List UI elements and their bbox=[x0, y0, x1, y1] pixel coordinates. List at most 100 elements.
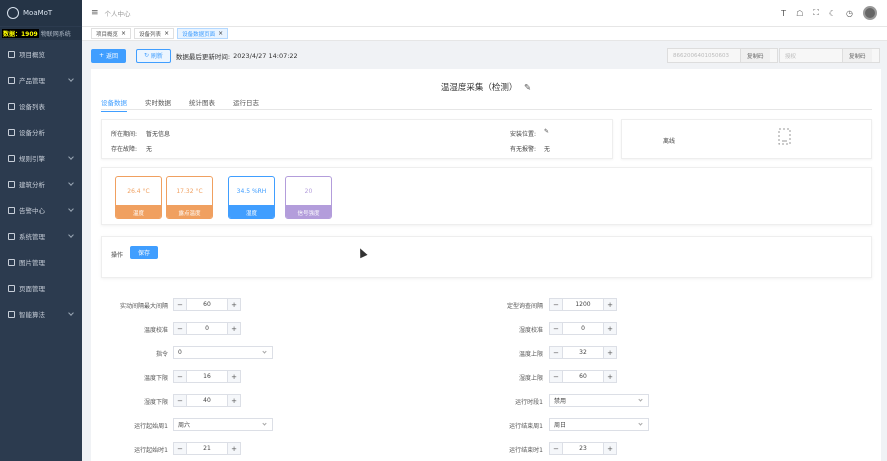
plus-icon[interactable]: + bbox=[603, 371, 616, 382]
image-icon bbox=[8, 258, 15, 266]
gauge-value: 26.4 °C bbox=[127, 187, 150, 195]
field-label: 运行结束周1 bbox=[509, 423, 543, 430]
number-stepper[interactable]: −0 + bbox=[173, 322, 241, 335]
minus-icon[interactable]: − bbox=[174, 299, 187, 310]
sidebar-item[interactable]: 规则引擎 bbox=[0, 145, 82, 171]
sidebar-item[interactable]: 图片管理 bbox=[0, 249, 82, 275]
stepper-value[interactable]: 16 bbox=[187, 371, 227, 382]
select-field[interactable]: 禁用 bbox=[549, 394, 649, 407]
select-field[interactable]: 周六 bbox=[173, 418, 273, 431]
gauge-card: 34.5 %RH 湿度 bbox=[228, 176, 275, 219]
number-stepper[interactable]: −1200 + bbox=[549, 298, 617, 311]
sidebar-item[interactable]: 告警中心 bbox=[0, 197, 82, 223]
copy-auth-button[interactable]: 复制码 bbox=[842, 49, 872, 62]
sidebar-item[interactable]: 项目概览 bbox=[0, 41, 82, 67]
period-value: 暂无信息 bbox=[146, 131, 171, 138]
edit-icon[interactable]: ✎ bbox=[524, 83, 531, 93]
stepper-value[interactable]: 21 bbox=[187, 443, 227, 454]
sidebar-item[interactable]: 设备分析 bbox=[0, 119, 82, 145]
close-icon[interactable]: × bbox=[121, 30, 126, 37]
close-icon[interactable]: × bbox=[218, 30, 223, 37]
minus-icon[interactable]: − bbox=[174, 323, 187, 334]
plus-icon[interactable]: + bbox=[603, 347, 616, 358]
minus-icon[interactable]: − bbox=[550, 299, 563, 310]
sidebar-item[interactable]: 产品管理 bbox=[0, 67, 82, 93]
number-stepper[interactable]: −60 + bbox=[173, 298, 241, 311]
fullscreen-icon[interactable]: ⛶ bbox=[813, 8, 819, 18]
number-stepper[interactable]: −23 + bbox=[549, 442, 617, 455]
field-label: 定型询查间隔 bbox=[506, 303, 543, 310]
minus-icon[interactable]: − bbox=[550, 371, 563, 382]
select-value: 周日 bbox=[554, 422, 567, 429]
stepper-value[interactable]: 1200 bbox=[563, 299, 603, 310]
stepper-value[interactable]: 23 bbox=[563, 443, 603, 454]
minus-icon[interactable]: − bbox=[550, 323, 563, 334]
tag-item[interactable]: 项目概览 × bbox=[91, 28, 132, 39]
github-icon[interactable]: ☖ bbox=[796, 9, 803, 18]
breadcrumb[interactable]: 个人中心 bbox=[105, 8, 131, 18]
select-field[interactable]: 周日 bbox=[549, 418, 649, 431]
theme-icon[interactable]: ☾ bbox=[829, 9, 836, 18]
settings-icon bbox=[8, 232, 15, 240]
device-analysis-icon bbox=[8, 128, 15, 136]
close-icon[interactable]: × bbox=[164, 30, 169, 37]
minus-icon[interactable]: − bbox=[550, 347, 563, 358]
sidebar-item[interactable]: 建筑分析 bbox=[0, 171, 82, 197]
number-stepper[interactable]: −60 + bbox=[549, 370, 617, 383]
number-stepper[interactable]: −40 + bbox=[173, 394, 241, 407]
auth-input[interactable]: 授权 bbox=[780, 49, 842, 62]
chart-icon bbox=[8, 310, 15, 318]
number-stepper[interactable]: −21 + bbox=[173, 442, 241, 455]
device-id-field: 8662006401050603 复制码 bbox=[667, 48, 778, 63]
field-label: 运行起始周1 bbox=[134, 423, 168, 430]
gauge-value: 20 bbox=[304, 187, 313, 195]
number-stepper[interactable]: −0 + bbox=[549, 322, 617, 335]
select-value: 0 bbox=[178, 349, 182, 356]
device-id-input[interactable]: 8662006401050603 bbox=[668, 49, 740, 62]
plus-icon[interactable]: + bbox=[227, 443, 240, 454]
minus-icon[interactable]: − bbox=[174, 371, 187, 382]
minus-icon[interactable]: − bbox=[550, 443, 563, 454]
stepper-value[interactable]: 32 bbox=[563, 347, 603, 358]
back-button[interactable]: + 返回 bbox=[91, 48, 126, 63]
tabs-divider bbox=[101, 109, 872, 110]
number-stepper[interactable]: −32 + bbox=[549, 346, 617, 359]
stepper-value[interactable]: 0 bbox=[563, 323, 603, 334]
avatar[interactable] bbox=[863, 6, 877, 20]
plus-icon[interactable]: + bbox=[227, 395, 240, 406]
notification-icon[interactable]: ◷ bbox=[846, 9, 853, 18]
alarm-value: 无 bbox=[544, 146, 551, 153]
plus-icon[interactable]: + bbox=[227, 323, 240, 334]
stepper-value[interactable]: 40 bbox=[187, 395, 227, 406]
logo[interactable]: MoaMoT bbox=[0, 0, 82, 26]
copy-device-id-button[interactable]: 复制码 bbox=[740, 49, 770, 62]
sidebar-item[interactable]: 页面管理 bbox=[0, 275, 82, 301]
gauge-card: 17.32 °C 露点温度 bbox=[166, 176, 213, 219]
tag-item[interactable]: 设备数据页面 × bbox=[177, 28, 229, 39]
sidebar-item[interactable]: 系统管理 bbox=[0, 223, 82, 249]
plus-icon[interactable]: + bbox=[227, 371, 240, 382]
gauge-value: 17.32 °C bbox=[176, 187, 203, 195]
save-button[interactable]: 保存 bbox=[130, 246, 158, 259]
stepper-value[interactable]: 60 bbox=[563, 371, 603, 382]
tag-label: 设备列表 bbox=[139, 31, 162, 38]
hamburger-icon[interactable]: ≡ bbox=[91, 8, 99, 18]
minus-icon[interactable]: − bbox=[174, 443, 187, 454]
plus-icon[interactable]: + bbox=[603, 323, 616, 334]
stepper-value[interactable]: 60 bbox=[187, 299, 227, 310]
stepper-value[interactable]: 0 bbox=[187, 323, 227, 334]
select-field[interactable]: 0 bbox=[173, 346, 273, 359]
font-size-icon[interactable]: T bbox=[781, 9, 786, 18]
sidebar-item[interactable]: 设备列表 bbox=[0, 93, 82, 119]
tag-item[interactable]: 设备列表 × bbox=[134, 28, 175, 39]
sidebar-item[interactable]: 智能算法 bbox=[0, 301, 82, 327]
number-stepper[interactable]: −16 + bbox=[173, 370, 241, 383]
location-edit-icon[interactable]: ✎ bbox=[544, 128, 549, 135]
minus-icon[interactable]: − bbox=[174, 395, 187, 406]
plus-icon[interactable]: + bbox=[603, 299, 616, 310]
device-title: 温湿度采集（检测） bbox=[440, 83, 518, 93]
chevron-down-icon bbox=[68, 154, 74, 160]
plus-icon[interactable]: + bbox=[227, 299, 240, 310]
plus-icon[interactable]: + bbox=[603, 443, 616, 454]
refresh-button[interactable]: ↻ 刷新 bbox=[135, 48, 171, 63]
